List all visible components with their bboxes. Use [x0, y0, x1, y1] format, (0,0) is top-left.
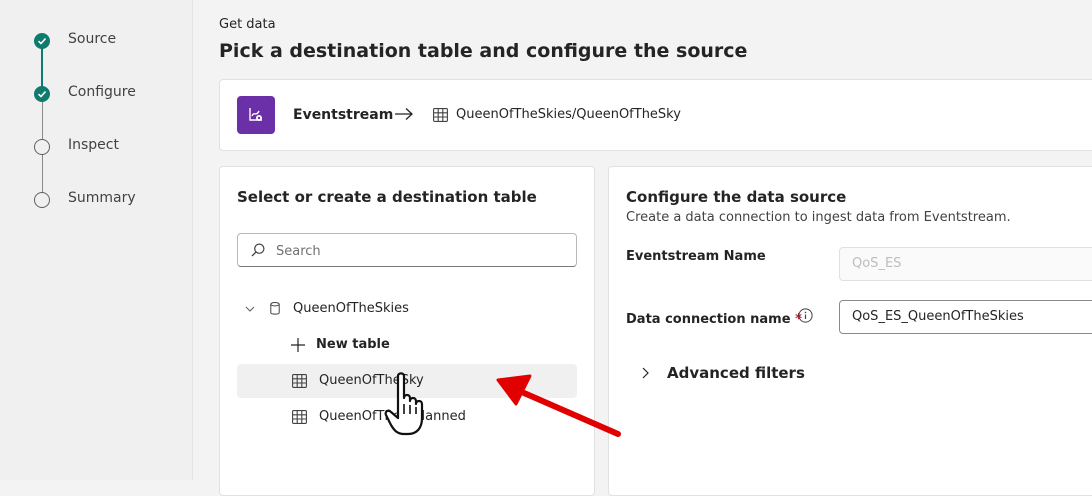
step-label: Inspect	[68, 137, 119, 153]
arrow-right-icon	[395, 108, 413, 120]
destination-path: QueenOfTheSkies/QueenOfTheSky	[456, 107, 681, 122]
check-circle-icon	[34, 86, 50, 102]
step-label: Summary	[68, 190, 136, 206]
empty-circle-icon	[34, 192, 50, 208]
new-table-button[interactable]: New table	[237, 328, 577, 362]
wizard-steps: Source Configure Inspect Summary	[0, 0, 193, 480]
panel-title: Configure the data source	[626, 188, 847, 206]
database-node[interactable]: QueenOfTheSkies	[237, 292, 577, 326]
new-table-label: New table	[316, 337, 390, 352]
page-title: Pick a destination table and configure t…	[219, 40, 748, 62]
table-icon	[292, 374, 307, 388]
source-destination-card: Eventstream QueenOfTheSkies/QueenOfTheSk…	[219, 79, 1092, 151]
table-icon	[433, 108, 448, 122]
database-name: QueenOfTheSkies	[293, 301, 409, 316]
eventstream-icon	[237, 96, 275, 134]
step-label: Configure	[68, 84, 136, 100]
source-name: Eventstream	[293, 107, 394, 123]
page-kicker: Get data	[219, 17, 276, 32]
empty-circle-icon	[34, 139, 50, 155]
connection-name-label-text: Data connection name	[626, 312, 791, 327]
search-box[interactable]	[237, 233, 577, 267]
annotation-arrow	[496, 374, 621, 437]
plus-icon	[291, 338, 305, 352]
search-input[interactable]	[274, 240, 568, 262]
advanced-filters-label: Advanced filters	[667, 364, 805, 382]
info-icon[interactable]	[798, 308, 813, 323]
step-label: Source	[68, 31, 117, 47]
search-icon	[251, 243, 265, 257]
eventstream-name-label: Eventstream Name	[626, 249, 766, 264]
main-content: Get data Pick a destination table and co…	[194, 0, 1092, 496]
check-circle-icon	[34, 33, 50, 49]
table-icon	[292, 410, 307, 424]
connection-name-label: Data connection name *	[626, 312, 802, 327]
database-icon	[270, 302, 280, 315]
advanced-filters-toggle[interactable]: Advanced filters	[639, 359, 839, 389]
chevron-down-icon	[245, 306, 255, 312]
hand-cursor-icon	[384, 372, 424, 436]
destination-table-panel: Select or create a destination table Que…	[219, 166, 595, 496]
connection-name-input[interactable]: QoS_ES_QueenOfTheSkies	[839, 300, 1092, 334]
eventstream-name-field: QoS_ES	[839, 247, 1092, 281]
chevron-right-icon	[642, 367, 649, 379]
panel-title: Select or create a destination table	[237, 188, 537, 206]
panel-subtitle: Create a data connection to ingest data …	[626, 210, 1011, 225]
data-source-panel: Configure the data source Create a data …	[608, 166, 1092, 496]
